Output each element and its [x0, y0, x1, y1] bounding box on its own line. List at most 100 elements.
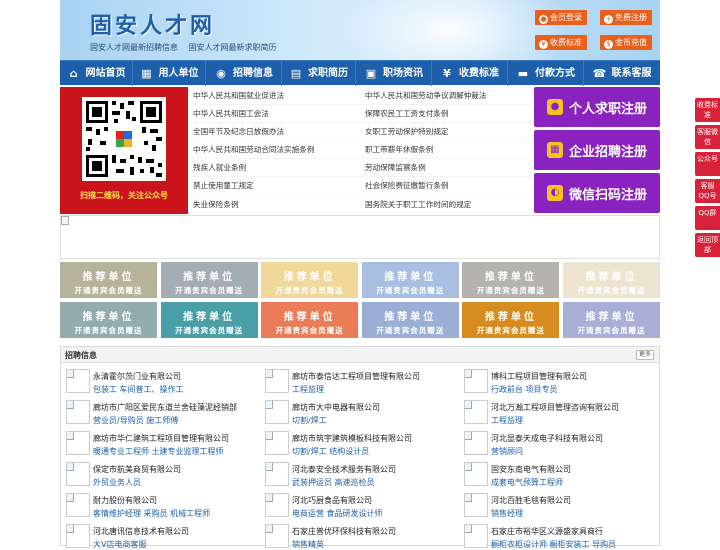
more-link[interactable]: 更多	[635, 350, 654, 360]
recommend-slot[interactable]: 推荐单位 开通贵宾会员赠送	[160, 262, 258, 298]
job-item[interactable]: 河北百胜毛毯有限公司 销售经理	[459, 489, 657, 519]
latest-resumes-link[interactable]: 固安人才网最新求职简历	[189, 43, 277, 52]
recommend-slot[interactable]: 推荐单位 开通贵宾会员赠送	[563, 262, 660, 298]
recommend-slot[interactable]: 推荐单位 开通贵宾会员赠送	[261, 302, 359, 338]
job-positions[interactable]: 营业员/导购员 施工师傅	[93, 415, 178, 426]
job-positions[interactable]: 外贸业务人员	[93, 477, 141, 488]
job-positions[interactable]: 包装工 车间普工、操作工	[93, 384, 184, 395]
recommend-slot[interactable]: 推荐单位 开通贵宾会员赠送	[563, 302, 660, 338]
recommend-slot[interactable]: 推荐单位 开通贵宾会员赠送	[60, 302, 157, 338]
law-link[interactable]: 社会保险费征缴暂行条例	[360, 177, 532, 196]
pricing-button[interactable]: ¥ 收费标准	[535, 35, 587, 50]
recommend-slot[interactable]: 推荐单位 开通贵宾会员赠送	[160, 302, 258, 338]
company-name[interactable]: 耐力股份有限公司	[93, 495, 157, 506]
latest-jobs-link[interactable]: 固安人才网最新招聘信息	[90, 43, 178, 52]
job-item[interactable]: 耐力股份有限公司客情维护经理 采购员 机械工程师	[61, 489, 259, 519]
job-item[interactable]: 石家庄普优环保科技有限公司 销售精英	[260, 520, 458, 550]
job-item[interactable]: 石家庄市裕华区义源盛家具商行橱柜衣柜设计师 橱柜安装工 导购员	[459, 520, 657, 550]
company-name[interactable]: 廊坊市泰信达工程项目管理有限公司	[292, 371, 420, 382]
company-name[interactable]: 廊坊市大中电器有限公司	[292, 402, 380, 413]
personal-register-button[interactable]: ● 个人求职注册	[534, 87, 660, 127]
wechat-register-button[interactable]: ◐ 微信扫码注册	[534, 173, 660, 213]
company-name[interactable]: 河北百胜毛毯有限公司	[491, 495, 571, 506]
job-positions[interactable]: 工程监理	[491, 415, 523, 426]
law-link[interactable]: 中华人民共和国劳动争议调解仲裁法	[360, 87, 532, 106]
job-item[interactable]: 廊坊市筑宇建筑模板科技有限公司 切割/焊工 结构设计员	[260, 427, 458, 457]
nav-contact[interactable]: ☎ 联系客服	[584, 61, 660, 86]
job-item[interactable]: 博科工程项目管理有限公司 行政前台 项目专员	[459, 365, 657, 395]
job-item[interactable]: 河北唐讯信息技术有限公司 大V店电商客服	[61, 520, 259, 550]
job-positions[interactable]: 武装押运员 高速巡检员	[292, 477, 375, 488]
job-positions[interactable]: 客情维护经理 采购员 机械工程师	[93, 508, 210, 519]
law-link[interactable]: 劳动保障监察条例	[360, 159, 532, 178]
nav-payment[interactable]: ▬ 付款方式	[508, 61, 584, 86]
job-item[interactable]: 廊坊市华仁建筑工程项目管理有限公司 暖通专业工程师 土建专业监理工程师	[61, 427, 259, 457]
job-positions[interactable]: 暖通专业工程师 土建专业监理工程师	[93, 446, 224, 457]
job-item[interactable]: 河北显泰天成电子科技有限公司 营销顾问	[459, 427, 657, 457]
company-name[interactable]: 石家庄市裕华区义源盛家具商行	[491, 526, 603, 537]
job-positions[interactable]: 切割/焊工 结构设计员	[292, 446, 369, 457]
company-register-button[interactable]: ▦ 企业招聘注册	[534, 130, 660, 170]
job-positions[interactable]: 行政前台 项目专员	[491, 384, 558, 395]
law-link[interactable]: 中华人民共和国劳动合同法实施条例	[188, 141, 360, 160]
law-link[interactable]: 保障农民工工资支付条例	[360, 105, 532, 124]
recharge-button[interactable]: $ 金币充值	[600, 35, 652, 50]
company-name[interactable]: 河北巧厨食品有限公司	[292, 495, 372, 506]
company-name[interactable]: 固安东南电气有限公司	[491, 464, 571, 475]
company-name[interactable]: 廊坊市筑宇建筑模板科技有限公司	[292, 433, 412, 444]
float-back-to-top[interactable]: 返回顶部	[695, 233, 720, 257]
company-name[interactable]: 廊坊市广阳区爱民东道兰舍硅藻泥经销部	[93, 402, 237, 413]
recommend-slot[interactable]: 推荐单位 开通贵宾会员赠送	[261, 262, 359, 298]
company-name[interactable]: 河北万瀚工程项目管理咨询有限公司	[491, 402, 619, 413]
job-positions[interactable]: 销售精英	[292, 539, 324, 550]
law-link[interactable]: 残疾人就业条例	[188, 159, 360, 178]
law-link[interactable]: 国务院关于职工工作时间的规定	[360, 196, 532, 214]
nav-employers[interactable]: ▦ 用人单位	[133, 61, 206, 86]
recommend-slot[interactable]: 推荐单位 开通贵宾会员赠送	[462, 262, 560, 298]
nav-home[interactable]: ⌂ 网站首页	[60, 61, 133, 86]
ad-banner[interactable]	[60, 215, 660, 259]
job-item[interactable]: 固安东南电气有限公司 成套电气预算工程师	[459, 458, 657, 488]
job-positions[interactable]: 电商运营 食品研发设计师	[292, 508, 383, 519]
company-name[interactable]: 河北泰安全技术服务有限公司	[292, 464, 396, 475]
register-button[interactable]: + 免费注册	[600, 10, 652, 25]
job-positions[interactable]: 工程监理	[292, 384, 324, 395]
job-item[interactable]: 保定市航美商贸有限公司 外贸业务人员	[61, 458, 259, 488]
site-logo[interactable]: 固安人才网	[90, 8, 215, 40]
company-name[interactable]: 廊坊市华仁建筑工程项目管理有限公司	[93, 433, 229, 444]
law-link[interactable]: 失业保险条例	[188, 196, 360, 214]
company-name[interactable]: 永清霍尔茨门业有限公司	[93, 371, 181, 382]
float-official-account[interactable]: 公众号	[695, 152, 720, 176]
recommend-slot[interactable]: 推荐单位 开通贵宾会员赠送	[60, 262, 157, 298]
law-link[interactable]: 全国年节及纪念日放假办法	[188, 123, 360, 142]
company-name[interactable]: 博科工程项目管理有限公司	[491, 371, 587, 382]
job-item[interactable]: 廊坊市泰信达工程项目管理有限公司 工程监理	[260, 365, 458, 395]
recommend-slot[interactable]: 推荐单位 开通贵宾会员赠送	[361, 302, 459, 338]
float-qq-group[interactable]: QQ群	[695, 206, 720, 230]
job-positions[interactable]: 橱柜衣柜设计师 橱柜安装工 导购员	[491, 539, 616, 550]
float-service-qq[interactable]: 客服QQ号	[695, 179, 720, 203]
job-positions[interactable]: 销售经理	[491, 508, 523, 519]
nav-pricing[interactable]: ¥ 收费标准	[432, 61, 508, 86]
job-item[interactable]: 河北巧厨食品有限公司 电商运营 食品研发设计师	[260, 489, 458, 519]
company-name[interactable]: 河北显泰天成电子科技有限公司	[491, 433, 603, 444]
law-link[interactable]: 禁止使用童工规定	[188, 177, 360, 196]
nav-news[interactable]: ▣ 职场资讯	[356, 61, 432, 86]
company-name[interactable]: 河北唐讯信息技术有限公司	[93, 526, 189, 537]
job-positions[interactable]: 营销顾问	[491, 446, 523, 457]
job-positions[interactable]: 成套电气预算工程师	[491, 477, 563, 488]
job-item[interactable]: 永清霍尔茨门业有限公司 包装工 车间普工、操作工	[61, 365, 259, 395]
job-item[interactable]: 廊坊市大中电器有限公司 切割/焊工	[260, 396, 458, 426]
login-button[interactable]: ● 会员登录	[535, 10, 587, 25]
law-link[interactable]: 中华人民共和国就业促进法	[188, 87, 360, 106]
company-name[interactable]: 石家庄普优环保科技有限公司	[292, 526, 396, 537]
job-item[interactable]: 河北万瀚工程项目管理咨询有限公司 工程监理	[459, 396, 657, 426]
recommend-slot[interactable]: 推荐单位 开通贵宾会员赠送	[462, 302, 560, 338]
law-link[interactable]: 中华人民共和国工会法	[188, 105, 360, 124]
nav-jobs[interactable]: ◉ 招聘信息	[206, 61, 282, 86]
recommend-slot[interactable]: 推荐单位 开通贵宾会员赠送	[361, 262, 459, 298]
job-item[interactable]: 廊坊市广阳区爱民东道兰舍硅藻泥经销部 营业员/导购员 施工师傅	[61, 396, 259, 426]
law-link[interactable]: 女职工劳动保护特别规定	[360, 123, 532, 142]
float-pricing[interactable]: 收费标准	[695, 98, 720, 122]
float-service-wechat[interactable]: 客服微信	[695, 125, 720, 149]
